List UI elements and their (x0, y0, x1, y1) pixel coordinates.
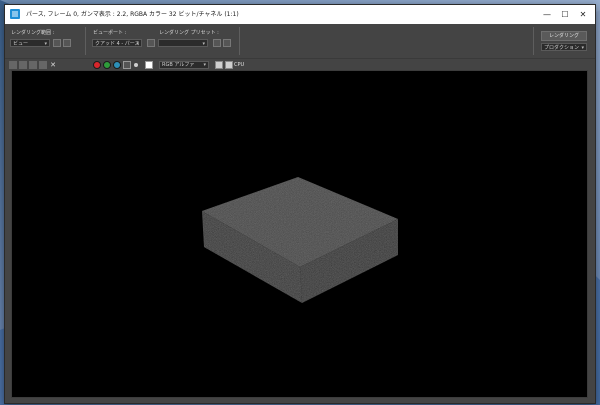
environment-icon[interactable] (223, 39, 231, 47)
auto-region-icon[interactable] (63, 39, 71, 47)
divider (239, 27, 240, 55)
channel-dropdown[interactable]: RGB アルファ ▾ (159, 61, 209, 69)
window-title: パース, フレーム 0, ガンマ表示 : 2.2, RGBA カラー 32 ビッ… (26, 11, 239, 18)
chevron-down-icon: ▾ (44, 41, 47, 47)
red-channel-toggle[interactable] (93, 61, 101, 69)
render-area-label: レンダリング範囲 : (11, 30, 55, 36)
chevron-down-icon: ▾ (581, 45, 584, 51)
clear-color-swatch[interactable] (145, 61, 153, 69)
clone-icon[interactable] (29, 61, 37, 69)
copy-icon[interactable] (19, 61, 27, 69)
viewport-value: クアッド 4 - パース (95, 41, 140, 47)
chevron-down-icon: ▾ (202, 41, 205, 47)
production-value: プロダクション (544, 45, 580, 51)
channel-value: RGB アルファ (162, 62, 195, 68)
render-frame-window: パース, フレーム 0, ガンマ表示 : 2.2, RGBA カラー 32 ビッ… (4, 4, 596, 404)
render-area-dropdown[interactable]: ビュー ▾ (10, 39, 50, 47)
render-toolbar: レンダリング範囲 : ビュー ▾ ビューポート : クアッド 4 - パース ▾… (5, 24, 595, 58)
render-viewport[interactable] (11, 70, 588, 398)
render-setup-icon[interactable] (213, 39, 221, 47)
viewport-label: ビューポート : (93, 30, 127, 36)
close-button[interactable]: ✕ (571, 5, 595, 24)
render-area-value: ビュー (13, 41, 29, 47)
save-icon[interactable] (9, 61, 17, 69)
production-dropdown[interactable]: プロダクション ▾ (541, 43, 587, 51)
cpu-label: CPU (234, 62, 245, 68)
chevron-down-icon: ▾ (136, 41, 139, 47)
clear-icon[interactable]: ✕ (49, 61, 57, 69)
render-preset-dropdown[interactable]: ▾ (158, 39, 208, 47)
blue-channel-toggle[interactable] (113, 61, 121, 69)
title-bar: パース, フレーム 0, ガンマ表示 : 2.2, RGBA カラー 32 ビッ… (5, 5, 595, 24)
green-channel-toggle[interactable] (103, 61, 111, 69)
print-icon[interactable] (39, 61, 47, 69)
divider (533, 27, 534, 55)
monochrome-icon[interactable] (134, 63, 138, 67)
alpha-channel-icon[interactable] (123, 61, 131, 69)
render-settings-icon[interactable] (225, 61, 233, 69)
divider (85, 27, 86, 55)
edit-region-icon[interactable] (53, 39, 61, 47)
app-icon (10, 9, 20, 19)
render-button[interactable]: レンダリング (541, 31, 587, 41)
lock-icon[interactable] (147, 39, 155, 47)
render-preset-label: レンダリング プリセット : (159, 30, 219, 36)
frame-window-icon[interactable] (215, 61, 223, 69)
chevron-down-icon: ▾ (203, 62, 206, 68)
rendered-box-object (202, 177, 398, 303)
viewport-dropdown[interactable]: クアッド 4 - パース ▾ (92, 39, 142, 47)
